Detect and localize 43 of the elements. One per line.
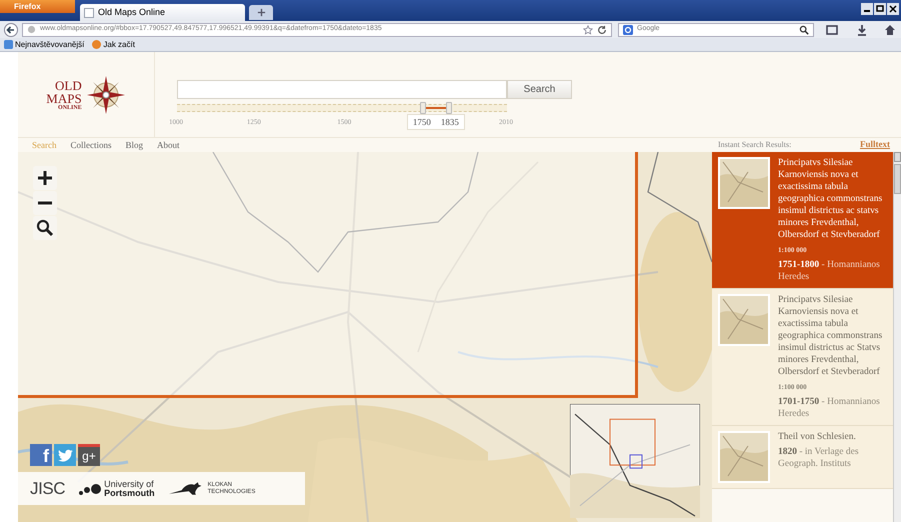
- logo-text: MAPS: [46, 92, 82, 104]
- result-date-publisher: 1701-1750 - Homannianos Heredes: [778, 396, 881, 420]
- year-label: 1835: [440, 116, 460, 129]
- results-heading: Instant Search Results:: [718, 139, 792, 151]
- close-icon[interactable]: [887, 3, 899, 15]
- bookmark-link[interactable]: Jak začít: [103, 38, 135, 50]
- nav-link[interactable]: Blog: [126, 140, 144, 150]
- search-icon[interactable]: [799, 24, 809, 34]
- page-icon: [84, 8, 94, 18]
- year-label: 1750: [412, 116, 432, 129]
- new-tab-button[interactable]: [249, 5, 273, 20]
- restore-icon[interactable]: [874, 3, 886, 15]
- slider-handle[interactable]: [420, 102, 426, 114]
- reload-icon[interactable]: [597, 24, 607, 34]
- fulltext-link[interactable]: Fulltext: [860, 138, 890, 152]
- browser-icon: [92, 40, 102, 49]
- bookmark-link[interactable]: Nejnavštěvovanější: [15, 38, 84, 50]
- nav-link[interactable]: Collections: [70, 140, 112, 150]
- result-date-publisher: 1751-1800 - Homannianos Heredes: [778, 259, 881, 283]
- result-title: Principatvs Silesiae Karnoviensis nova et exactissima tabula geographica commonstrans insimul districtus ac statvs minores Frevdenthal, Olbersdorf et Stevberadorf: [778, 157, 884, 241]
- search-engine-icon[interactable]: [623, 24, 633, 34]
- slider-handle[interactable]: [446, 102, 452, 114]
- result-title: Theil von Schlesien.: [778, 431, 857, 443]
- folder-icon: [4, 40, 13, 49]
- search-field[interactable]: [177, 80, 507, 99]
- result-card[interactable]: [712, 289, 893, 426]
- result-date-publisher: 1820 - in Verlage des Geograph. Instituts: [778, 446, 860, 470]
- nav-link[interactable]: About: [157, 140, 180, 150]
- result-card[interactable]: Theil von Schlesien. 1820 - in Verlage des Geograph. Instituts: [712, 426, 893, 489]
- plus-icon: [256, 8, 266, 17]
- result-card[interactable]: [712, 152, 893, 289]
- search-button[interactable]: Search: [507, 80, 572, 99]
- home-icon[interactable]: [884, 24, 896, 36]
- minimize-icon[interactable]: [861, 3, 873, 15]
- download-icon[interactable]: [856, 24, 868, 36]
- compass-rose-icon: [86, 74, 126, 114]
- result-title: Principatvs Silesiae Karnoviensis nova et exactissima tabula geographica commonstrans insimul districtus ac Statvs minores Frevdenthal, Olbersdorf et Stevberadorf: [778, 294, 884, 378]
- scrollbar[interactable]: [893, 152, 901, 522]
- logo-text: OLD: [54, 78, 82, 92]
- menu-button[interactable]: Firefox: [0, 0, 75, 13]
- star-icon[interactable]: [583, 24, 593, 34]
- back-icon[interactable]: [4, 22, 18, 36]
- browser-tab[interactable]: Old Maps Online: [80, 4, 245, 21]
